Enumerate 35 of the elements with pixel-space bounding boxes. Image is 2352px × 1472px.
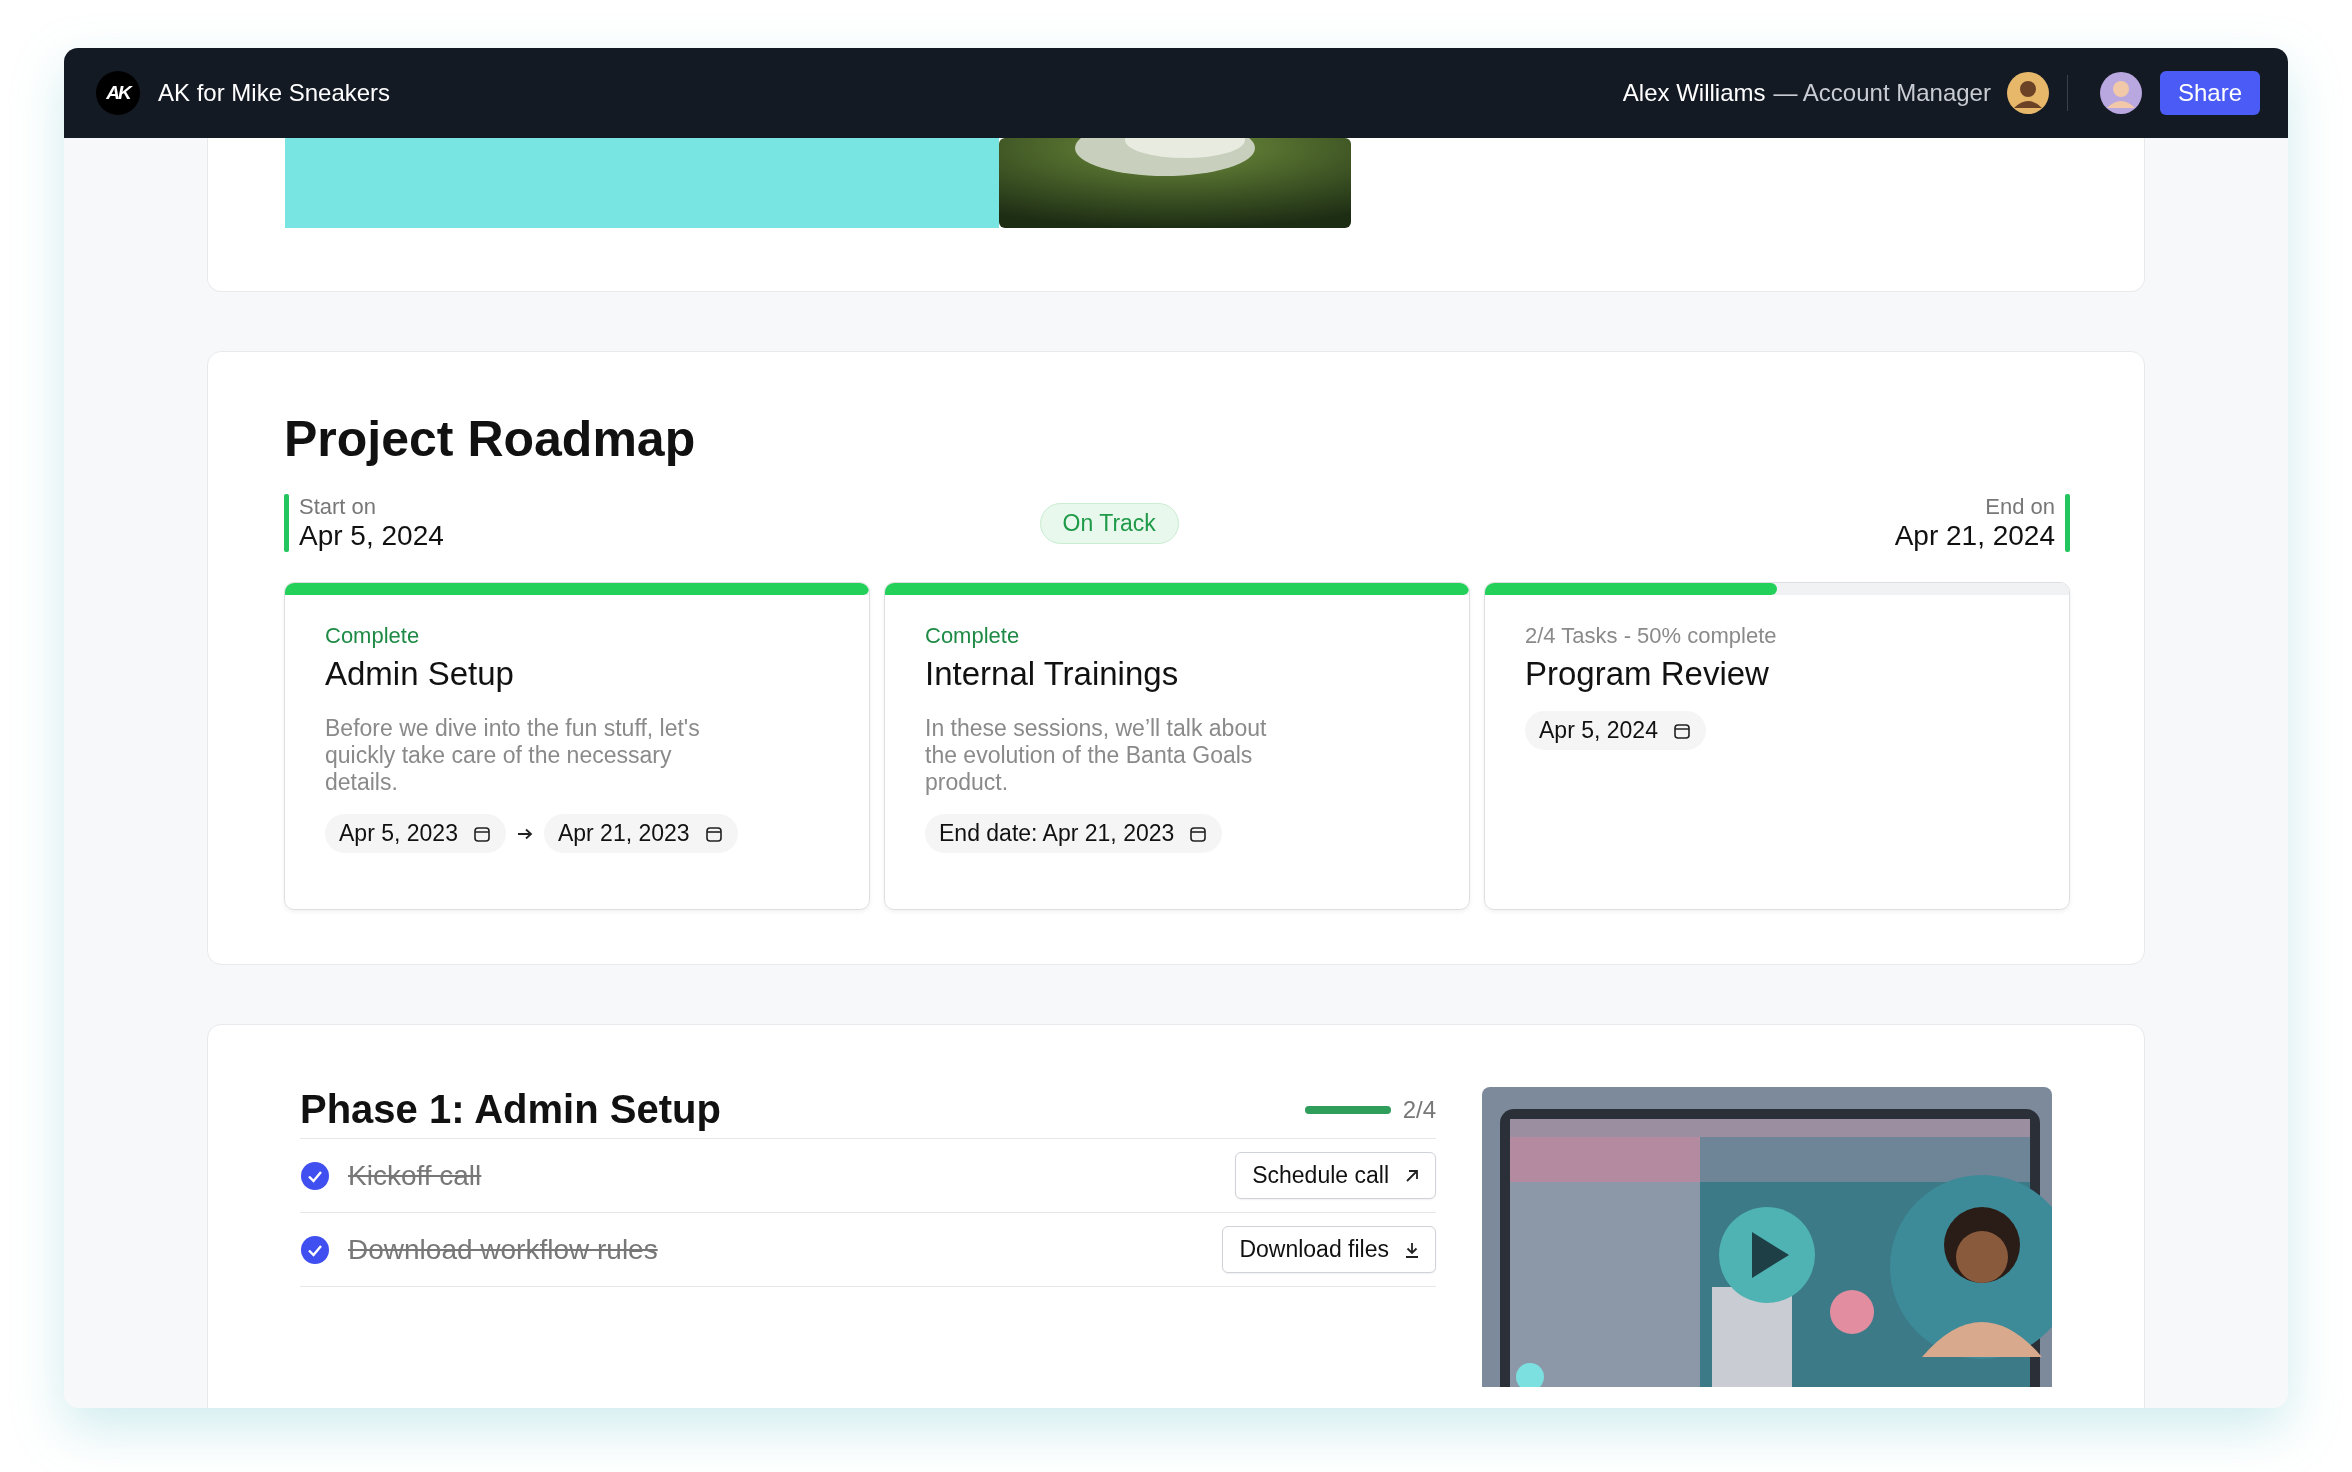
action-button[interactable]: Schedule call	[1235, 1152, 1436, 1199]
task-label: Download workflow rules	[348, 1233, 659, 1266]
progress-count: 2/4	[1402, 1095, 1436, 1124]
share-button[interactable]: Share	[2159, 71, 2260, 115]
user-name: Alex Williams	[1622, 79, 1766, 107]
phase-title: Phase 1: Admin Setup	[300, 1087, 721, 1132]
milestone-description: In these sessions, we’ll talk about the evolution of the Banta Goals product.	[925, 715, 1268, 796]
task-label: Kickoff call	[348, 1159, 483, 1192]
checkbox[interactable]	[300, 1234, 330, 1265]
logo: AK	[96, 71, 140, 115]
app-title: AK for Mike Sneakers	[158, 79, 391, 107]
milestone-title: Admin Setup	[325, 655, 514, 693]
avatar	[2006, 72, 2049, 114]
milestone-status: Complete	[925, 623, 1020, 649]
end-label: End on	[1985, 494, 2055, 520]
start-date: Apr 5, 2024	[299, 520, 444, 552]
date-chip[interactable]: Apr 5, 2023	[325, 814, 506, 853]
milestone-title: Internal Trainings	[925, 655, 1179, 693]
avatar	[2099, 72, 2142, 114]
milestone-description: Before we dive into the fun stuff, let's quickly take care of the necessary details.	[325, 715, 700, 796]
milestone-title: Program Review	[1525, 655, 1769, 693]
action-button[interactable]: Download files	[1222, 1226, 1436, 1273]
date-chip[interactable]: Apr 5, 2024	[1525, 711, 1706, 750]
status-badge: On Track	[1039, 502, 1179, 544]
date-chip[interactable]: End date: Apr 21, 2023	[925, 814, 1223, 853]
download-icon	[1403, 1240, 1421, 1259]
milestone-status: Complete	[325, 623, 420, 649]
milestone-status: 2/4 Tasks - 50% complete	[1525, 623, 1777, 649]
user-role: — Account Manager	[1773, 79, 1991, 107]
date-chip[interactable]: Apr 21, 2023	[543, 814, 738, 853]
section-title: Project Roadmap	[284, 410, 697, 468]
start-label: Start on	[299, 494, 378, 520]
arrow-icon	[515, 826, 534, 841]
end-date: Apr 21, 2024	[1894, 520, 2055, 552]
checkbox[interactable]	[300, 1160, 330, 1191]
